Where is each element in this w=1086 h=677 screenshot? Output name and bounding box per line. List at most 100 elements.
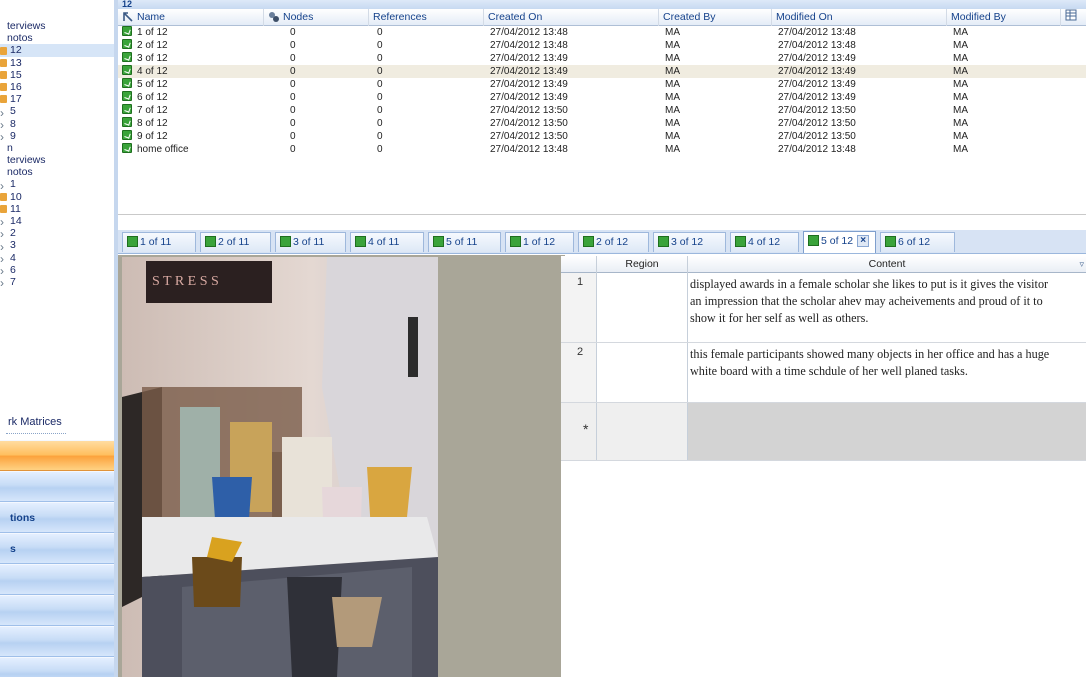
region-cell[interactable] (597, 343, 688, 402)
main-pane: 12 Name Nodes References Created On Crea… (114, 0, 1086, 677)
tree-node[interactable]: 9 (0, 130, 114, 142)
nav-button[interactable] (0, 440, 114, 471)
list-title: 12 (122, 0, 133, 9)
tree-node-label: 15 (10, 68, 22, 81)
cell-created-on: 27/04/2012 13:49 (490, 79, 568, 90)
column-chooser-button[interactable] (1061, 9, 1086, 26)
cell-text: 2 of 12 (137, 40, 168, 51)
tree-node[interactable]: 10 (0, 191, 114, 203)
tree-node[interactable]: 5 (0, 105, 114, 117)
nav-button[interactable] (0, 595, 114, 626)
nav-button[interactable] (0, 657, 114, 677)
tree-node[interactable]: 3 (0, 239, 114, 251)
table-row[interactable]: 2 of 12 0 0 27/04/2012 13:48 MA 27/04/2012 13… (118, 39, 1086, 52)
cell-modified-by: MA (953, 53, 968, 64)
region-cell[interactable] (597, 403, 688, 460)
document-tab[interactable]: 2 of 11 (200, 232, 271, 252)
document-tab[interactable]: 6 of 12 (880, 232, 955, 252)
table-row[interactable]: 9 of 12 0 0 27/04/2012 13:50 MA 27/04/2012 13… (118, 130, 1086, 143)
navigation-pane: terviewsnotos1213151617589nterviewsnotos… (0, 0, 114, 677)
tree-node[interactable]: 17 (0, 93, 114, 105)
cell-created-by: MA (665, 79, 680, 90)
tree-node[interactable]: 6 (0, 264, 114, 276)
tree-node-label: 8 (10, 117, 16, 130)
close-tab-icon[interactable]: × (857, 235, 870, 248)
tree-node[interactable]: 8 (0, 118, 114, 130)
matrices-label[interactable]: rk Matrices (8, 416, 62, 428)
tree-node[interactable]: 1 (0, 178, 114, 190)
tree-node[interactable]: 4 (0, 252, 114, 264)
column-label: Created By (663, 11, 716, 23)
column-header-modified-on[interactable]: Modified On (772, 9, 947, 26)
document-tab[interactable]: 3 of 11 (275, 232, 346, 252)
grey-node-icon (0, 242, 7, 250)
cell-text: 5 of 12 (137, 79, 168, 90)
tree-node[interactable]: 12 (0, 44, 114, 57)
column-header-references[interactable]: References (369, 9, 484, 26)
column-header-created-by[interactable]: Created By (659, 9, 772, 26)
document-tab[interactable]: 4 of 12 (730, 232, 799, 252)
new-row[interactable]: * (561, 403, 1086, 461)
table-row[interactable]: 6 of 12 0 0 27/04/2012 13:49 MA 27/04/2012 13… (118, 91, 1086, 104)
orange-folder-icon (0, 58, 7, 67)
tab-label: 4 of 12 (748, 236, 781, 248)
tree-node[interactable]: n (0, 142, 114, 154)
cell-created-on: 27/04/2012 13:50 (490, 118, 568, 129)
tree-node[interactable]: notos (0, 32, 114, 44)
tree-node[interactable]: 11 (0, 203, 114, 215)
document-tab[interactable]: 3 of 12 (653, 232, 726, 252)
document-tab[interactable]: 4 of 11 (350, 232, 424, 252)
region-row[interactable]: 1 displayed awards in a female scholar sh… (561, 273, 1086, 343)
cell-references: 0 (377, 27, 383, 38)
region-cell[interactable] (597, 273, 688, 342)
column-header-name[interactable]: Name (118, 9, 264, 26)
table-row[interactable]: 3 of 12 0 0 27/04/2012 13:49 MA 27/04/2012 13… (118, 52, 1086, 65)
nav-button[interactable] (0, 564, 114, 595)
content-cell[interactable]: this female participants showed many obj… (688, 343, 1086, 402)
tab-label: 2 of 11 (218, 236, 250, 248)
table-row[interactable]: 7 of 12 0 0 27/04/2012 13:50 MA 27/04/2012 13… (118, 104, 1086, 117)
tab-label: 1 of 12 (523, 236, 556, 248)
region-row[interactable]: 2 this female participants showed many ob… (561, 343, 1086, 403)
sort-icon (123, 12, 133, 22)
table-row[interactable]: 8 of 12 0 0 27/04/2012 13:50 MA 27/04/2012 13… (118, 117, 1086, 130)
tree-node[interactable]: 13 (0, 57, 114, 69)
document-tab[interactable]: 5 of 12 × (803, 231, 876, 253)
nav-button[interactable] (0, 471, 114, 502)
tree-node[interactable]: 7 (0, 276, 114, 288)
tree-node[interactable]: terviews (0, 20, 114, 32)
cell-text: 7 of 12 (137, 105, 168, 116)
document-icon (122, 130, 132, 141)
cell-modified-on: 27/04/2012 13:49 (778, 79, 856, 90)
content-cell[interactable]: displayed awards in a female scholar she… (688, 273, 1086, 342)
document-tab[interactable]: 2 of 12 (578, 232, 649, 252)
nav-button[interactable] (0, 626, 114, 657)
table-row[interactable]: 4 of 12 0 0 27/04/2012 13:49 MA 27/04/2012 13… (118, 65, 1086, 78)
grey-node-icon (0, 120, 7, 128)
tree-node[interactable]: 15 (0, 69, 114, 81)
column-header-content[interactable]: Content ▿ (688, 256, 1086, 273)
column-header-created-on[interactable]: Created On (484, 9, 659, 26)
tab-label: 5 of 12 (821, 235, 854, 247)
filter-icon[interactable]: ▿ (1079, 256, 1084, 273)
grey-node-icon (0, 217, 7, 225)
column-header-region[interactable]: Region (597, 256, 688, 273)
table-row[interactable]: 5 of 12 0 0 27/04/2012 13:49 MA 27/04/2012 13… (118, 78, 1086, 91)
document-tab[interactable]: 1 of 11 (122, 232, 196, 252)
tree-node-label: 10 (10, 190, 22, 203)
tree-node-label: 11 (10, 202, 21, 215)
column-header-nodes[interactable]: Nodes (264, 9, 369, 26)
tree-node[interactable]: 14 (0, 215, 114, 227)
document-tab[interactable]: 1 of 12 (505, 232, 574, 252)
document-tab[interactable]: 5 of 11 (428, 232, 501, 252)
table-row[interactable]: home office 0 0 27/04/2012 13:48 MA 27/04/201… (118, 143, 1086, 156)
nav-button[interactable]: s (0, 533, 114, 564)
cell-name: home office (118, 143, 264, 156)
table-row[interactable]: 1 of 12 0 0 27/04/2012 13:48 MA 27/04/2012 13… (118, 26, 1086, 39)
column-header-modified-by[interactable]: Modified By (947, 9, 1061, 26)
tree-node[interactable]: 2 (0, 227, 114, 239)
tree-node[interactable]: terviews (0, 154, 114, 166)
tree-node[interactable]: 16 (0, 81, 114, 93)
nav-button[interactable]: tions (0, 502, 114, 533)
tree-node[interactable]: notos (0, 166, 114, 178)
